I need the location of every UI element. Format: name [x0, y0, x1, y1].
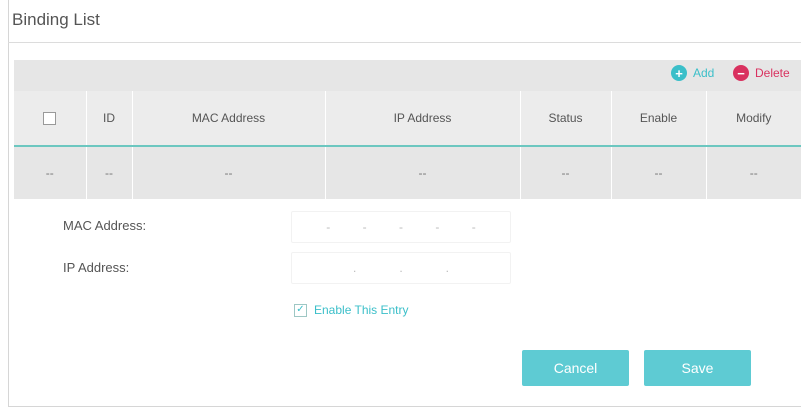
cell-id: -- [86, 146, 133, 199]
select-all-cell[interactable] [14, 91, 87, 147]
delete-label: Delete [755, 66, 790, 80]
enable-entry-toggle[interactable]: ✓ Enable This Entry [294, 303, 409, 317]
binding-table: ID MAC Address IP Address Status Enable … [14, 91, 801, 199]
ip-address-label: IP Address: [63, 260, 130, 275]
table-toolbar: + Add − Delete [14, 60, 801, 91]
column-header-id: ID [86, 91, 133, 147]
column-header-enable: Enable [611, 91, 707, 147]
column-header-mac: MAC Address [132, 91, 326, 147]
title-divider [8, 42, 801, 43]
ip-separator: . [445, 261, 449, 275]
mac-separator: - [398, 220, 403, 234]
mac-address-field[interactable]: - - - - - [291, 211, 511, 243]
cell-mac: -- [132, 146, 326, 199]
table-row: -- -- -- -- -- -- -- [14, 146, 801, 199]
mac-separator: - [362, 220, 367, 234]
cell-status: -- [520, 146, 612, 199]
mac-address-label: MAC Address: [63, 218, 147, 233]
mac-separator: - [471, 220, 476, 234]
column-header-ip: IP Address [325, 91, 521, 147]
cell-ip: -- [325, 146, 521, 199]
cell-modify: -- [706, 146, 801, 199]
plus-icon: + [671, 65, 687, 81]
delete-button[interactable]: − Delete [733, 63, 790, 83]
select-all-checkbox[interactable] [43, 112, 57, 126]
cell-enable: -- [611, 146, 707, 199]
mac-separator: - [435, 220, 440, 234]
enable-entry-label: Enable This Entry [314, 303, 409, 317]
ip-separator: . [399, 261, 403, 275]
ip-address-field[interactable]: . . . [291, 252, 511, 284]
column-header-status: Status [520, 91, 612, 147]
enable-entry-checkbox[interactable]: ✓ [294, 303, 307, 317]
mac-separator: - [326, 220, 331, 234]
cancel-button[interactable]: Cancel [522, 350, 629, 386]
ip-separator: . [352, 261, 357, 275]
column-header-modify: Modify [706, 91, 801, 147]
section-title: Binding List [12, 10, 100, 29]
table-header-row: ID MAC Address IP Address Status Enable … [14, 91, 801, 147]
cell-select: -- [14, 146, 87, 199]
add-button[interactable]: + Add [671, 63, 714, 83]
minus-icon: − [733, 65, 749, 81]
save-button[interactable]: Save [644, 350, 751, 386]
add-label: Add [693, 66, 715, 80]
